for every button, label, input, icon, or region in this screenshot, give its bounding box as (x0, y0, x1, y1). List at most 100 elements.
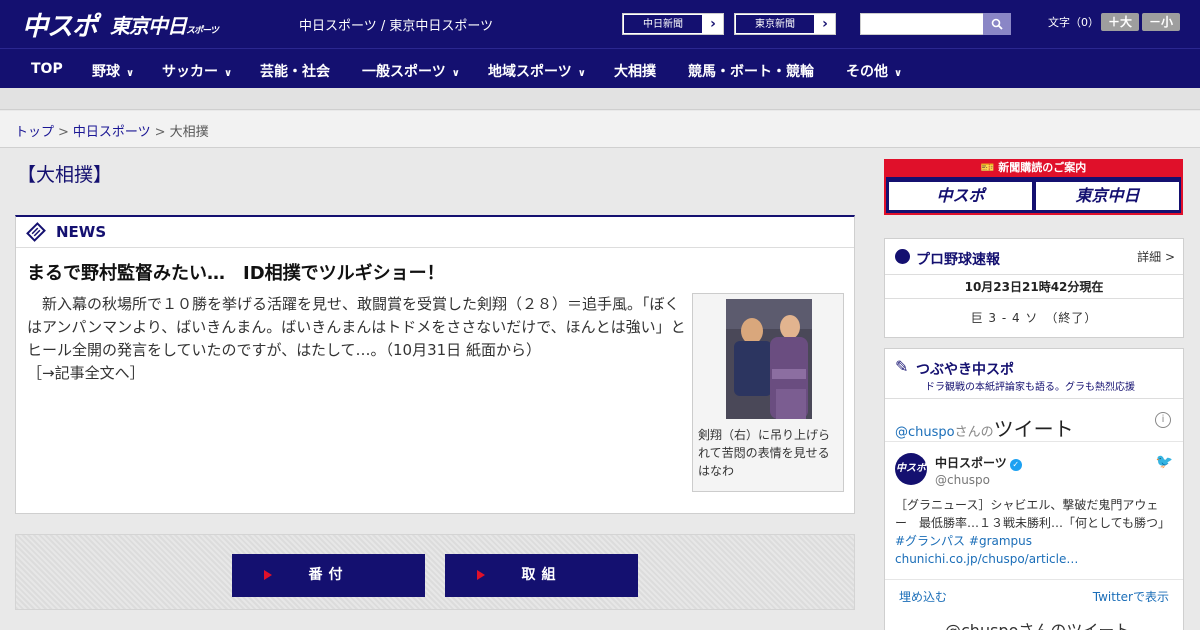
article-text: 新入幕の秋場所で１０勝を挙げる活躍を見せ、敢闘賞を受賞した剣翔（２８）＝追手風。… (27, 295, 686, 359)
torikumi-button[interactable]: 取組 (445, 554, 638, 597)
hashtag-link[interactable]: #grampus (969, 534, 1032, 548)
subscription-title-text: 新聞購読のご案内 (998, 161, 1087, 174)
subscription-title: 🎫 新聞購読のご案内 (886, 159, 1181, 177)
score-line[interactable]: 巨 3 - 4 ソ （終了） (885, 299, 1183, 337)
tokyo-chunichi-logo[interactable]: 東京中日スポーツ (110, 10, 219, 39)
tweets-word: ツイート (993, 417, 1074, 441)
chevron-right-icon: › (710, 16, 716, 32)
breadcrumb-top-link[interactable]: トップ (15, 125, 54, 140)
chevron-down-icon: ∨ (126, 68, 135, 79)
tokyo-logo-text: 東京中日 (110, 14, 187, 38)
chunichi-shimbun-link[interactable]: 中日新聞 › (622, 13, 724, 35)
nav-label: 一般スポーツ (362, 64, 446, 80)
tweets-tail-heading: @chuspoさんのツイート (945, 617, 1130, 630)
nav-label: 芸能・社会 (260, 64, 330, 80)
tokyo-logo-small: スポーツ (186, 26, 219, 36)
article-title[interactable]: まるで野村監督みたい… ID相撲でツルギショー！ (27, 259, 445, 285)
tweet-footer: 埋め込む Twitterで表示 (885, 579, 1183, 607)
chuspo-logo[interactable]: 中スポ (22, 6, 98, 43)
nav-label: 野球 (92, 64, 120, 80)
nav-local-sports[interactable]: 地域スポーツ ∨ (488, 61, 586, 81)
nav-label: 大相撲 (614, 64, 656, 80)
tokyo-shimbun-link[interactable]: 東京新聞 › (734, 13, 836, 35)
photo-caption: 剣翔（右）に吊り上げられて苦悶の表情を見せるはなわ (698, 428, 831, 478)
article-body: 新入幕の秋場所で１０勝を挙げる活躍を見せ、敢闘賞を受賞した剣翔（２８）＝追手風。… (27, 293, 687, 385)
main-nav: TOP 野球 ∨ サッカー ∨ 芸能・社会 一般スポーツ ∨ 地域スポーツ ∨ 大相撲 … (0, 48, 1200, 88)
nav-others[interactable]: その他 ∨ (846, 61, 902, 81)
chevron-down-icon: ∨ (224, 68, 233, 79)
tweets-title: つぶやき中スポ (916, 362, 1014, 378)
font-smaller-button[interactable]: －小 (1142, 13, 1180, 31)
nav-general-sports[interactable]: 一般スポーツ ∨ (362, 61, 460, 81)
breadcrumb-chunichi-link[interactable]: 中日スポーツ (73, 125, 151, 140)
sumo-photo-illustration (726, 299, 812, 419)
info-icon[interactable]: i (1155, 412, 1171, 428)
news-header: NEWS (16, 217, 854, 248)
view-on-twitter-link[interactable]: Twitterで表示 (1093, 588, 1169, 605)
chunichi-shimbun-label: 中日新聞 (623, 14, 703, 34)
ticket-icon: 🎫 (980, 161, 999, 174)
breadcrumb: トップ > 中日スポーツ > 大相撲 (15, 121, 209, 140)
chevron-down-icon: ∨ (894, 68, 903, 79)
tokyo-chunichi-subscribe-logo[interactable]: 東京中日 (1036, 182, 1179, 210)
article-photo-card[interactable]: 剣翔（右）に吊り上げられて苦悶の表情を見せるはなわ (692, 293, 844, 492)
twitter-bird-icon: 🐦 (1155, 454, 1173, 470)
twitter-widget-header: @chuspoさんのツイート i (885, 399, 1183, 442)
nav-entertainment[interactable]: 芸能・社会 (260, 61, 330, 81)
chevron-right-icon: › (822, 16, 828, 32)
banzuke-button[interactable]: 番付 (232, 554, 425, 597)
breadcrumb-separator: > (58, 125, 69, 140)
verified-badge-icon: ✓ (1009, 459, 1022, 471)
nav-baseball[interactable]: 野球 ∨ (92, 61, 134, 81)
nav-top[interactable]: TOP (31, 61, 63, 77)
torikumi-label: 取組 (521, 567, 562, 583)
play-triangle-icon (264, 570, 272, 580)
nav-keiba[interactable]: 競馬・ボート・競輪 (688, 61, 814, 81)
nav-sumo[interactable]: 大相撲 (614, 61, 656, 81)
avatar[interactable]: 中スポ (895, 453, 927, 485)
pro-baseball-title: プロ野球速報 (916, 252, 1000, 268)
twitter-widget-title[interactable]: @chuspoさんのツイート (895, 413, 1074, 442)
chevron-down-icon: ∨ (451, 68, 460, 79)
pro-baseball-box: プロ野球速報 詳細 > 10月23日21時42分現在 巨 3 - 4 ソ （終了… (884, 238, 1184, 338)
tweets-header: ✎ つぶやき中スポ ドラ観戦の本紙評論家も語る。グラも熱烈応援 (885, 349, 1183, 399)
article-photo (726, 299, 812, 419)
ad-strip (0, 88, 1200, 110)
subscription-banner[interactable]: 🎫 新聞購読のご案内 中スポ 東京中日 (884, 159, 1183, 215)
breadcrumb-current: 大相撲 (169, 125, 209, 140)
twitter-handle: @chuspo (895, 425, 955, 440)
search-button[interactable] (983, 13, 1011, 35)
megaphone-icon: ✎ (895, 357, 909, 376)
tweet-body: ［グラニュース］シャビエル、撃破だ鬼門アウェー 最低勝率…１３戦未勝利…「何とし… (895, 498, 1171, 530)
pro-baseball-header: プロ野球速報 詳細 > (885, 239, 1183, 275)
top-header: 中スポ 東京中日スポーツ 中日スポーツ / 東京中日スポーツ 中日新聞 › 東京… (0, 0, 1200, 48)
page-title: 【大相撲】 (17, 164, 113, 186)
chuspo-subscribe-logo[interactable]: 中スポ (889, 182, 1032, 210)
embed-link[interactable]: 埋め込む (899, 588, 947, 605)
nav-label: 地域スポーツ (488, 64, 572, 80)
search-icon (991, 18, 1003, 30)
hashtag-link[interactable]: #グランパス (895, 534, 965, 548)
search-input[interactable] (860, 13, 984, 35)
font-larger-button[interactable]: ＋大 (1101, 13, 1139, 31)
news-label: NEWS (56, 223, 107, 241)
tweet-url-link[interactable]: chunichi.co.jp/chuspo/article… (895, 552, 1078, 566)
baseball-details-link[interactable]: 詳細 > (1137, 248, 1175, 265)
twitter-handle-suffix: さんの (954, 425, 994, 440)
breadcrumb-bar: トップ > 中日スポーツ > 大相撲 (0, 111, 1200, 148)
nav-soccer[interactable]: サッカー ∨ (162, 61, 232, 81)
newspaper-icon (26, 222, 46, 242)
tweets-subtitle: ドラ観戦の本紙評論家も語る。グラも熱烈応援 (925, 382, 1135, 393)
tweet-text: ［グラニュース］シャビエル、撃破だ鬼門アウェー 最低勝率…１３戦未勝利…「何とし… (895, 496, 1170, 568)
nav-label: TOP (31, 61, 63, 77)
site-title: 中日スポーツ / 東京中日スポーツ (299, 19, 494, 34)
score-timestamp: 10月23日21時42分現在 (885, 275, 1183, 299)
tweets-box: ✎ つぶやき中スポ ドラ観戦の本紙評論家も語る。グラも熱烈応援 @chuspoさ… (884, 348, 1184, 630)
tweet-account-name: 中日スポーツ ✓ (935, 454, 1022, 471)
read-more-link[interactable]: ［→記事全文へ］ (27, 364, 145, 382)
font-size-label: 文字（0） (1048, 16, 1099, 29)
nav-label: その他 (846, 64, 888, 80)
sumo-tabs-area: 番付 取組 (15, 534, 855, 610)
breadcrumb-separator: > (154, 125, 166, 140)
nav-label: サッカー (162, 64, 218, 80)
